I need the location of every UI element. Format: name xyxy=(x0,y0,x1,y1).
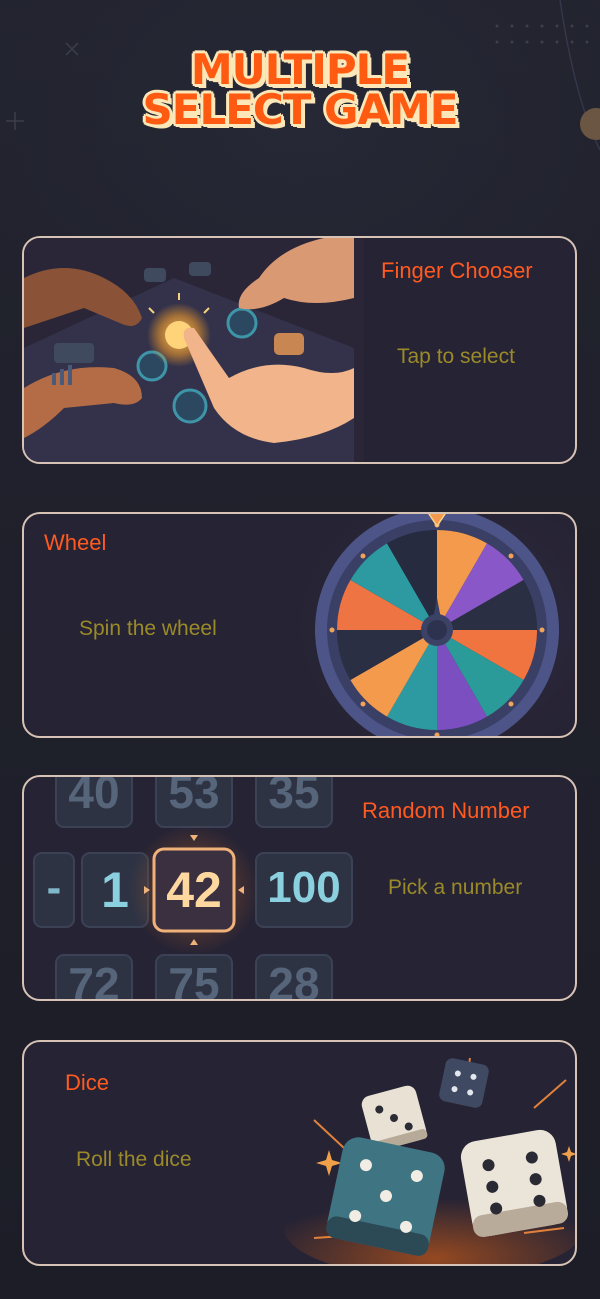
card-subtitle: Spin the wheel xyxy=(79,617,217,640)
dice-icon xyxy=(284,1057,575,1264)
page-title: MULTIPLE SELECT GAME xyxy=(142,45,459,134)
selected-number: 42 xyxy=(166,862,222,918)
number-cell: 100 xyxy=(267,863,341,912)
card-title: Finger Chooser xyxy=(381,258,533,283)
number-cell: 53 xyxy=(168,775,220,818)
number-cell: 75 xyxy=(168,958,220,1001)
number-cell: 72 xyxy=(68,958,120,1001)
card-title: Random Number xyxy=(362,798,530,823)
number-picker-icon: 40 53 35 - 1 42 100 72 75 28 xyxy=(24,775,364,1001)
card-subtitle: Tap to select xyxy=(397,345,515,368)
card-title: Wheel xyxy=(44,530,107,555)
number-cell: 28 xyxy=(268,958,320,1001)
number-cell: 40 xyxy=(68,775,120,818)
card-title: Dice xyxy=(65,1070,110,1095)
game-card-random-number[interactable]: 40 53 35 - 1 42 100 72 75 28 Random Numb… xyxy=(22,775,577,1001)
game-card-finger-chooser[interactable]: Finger Chooser Tap to select xyxy=(22,236,577,464)
hands-finger-icon xyxy=(24,238,364,462)
game-card-dice[interactable]: Dice Roll the dice xyxy=(22,1040,577,1266)
card-subtitle: Pick a number xyxy=(388,876,523,899)
number-cell: - xyxy=(46,863,62,912)
number-cell: 35 xyxy=(268,775,320,818)
spin-wheel-icon xyxy=(274,514,575,736)
game-card-wheel[interactable]: Wheel Spin the wheel xyxy=(22,512,577,738)
card-subtitle: Roll the dice xyxy=(76,1148,192,1171)
number-cell: 1 xyxy=(101,862,129,918)
